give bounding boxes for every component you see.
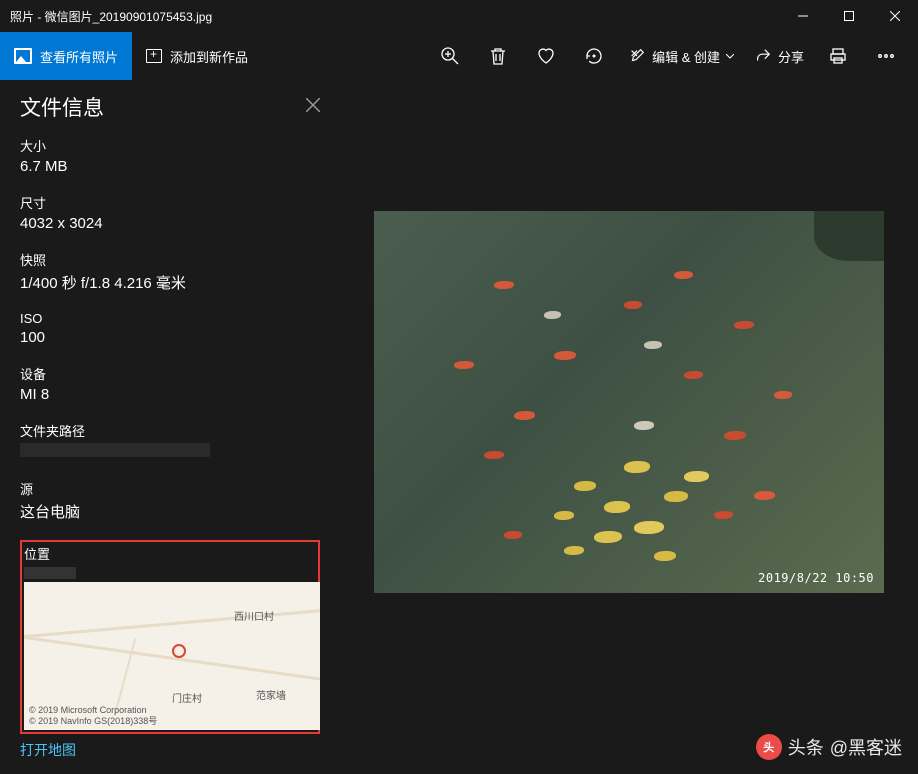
add-to-work-button[interactable]: 添加到新作品 <box>132 32 262 80</box>
zoom-button[interactable] <box>426 32 474 80</box>
size-value: 6.7 MB <box>20 158 320 175</box>
size-label: 大小 <box>20 136 320 155</box>
minimize-button[interactable] <box>780 0 826 32</box>
add-work-label: 添加到新作品 <box>170 47 248 66</box>
map-place-label: 门庄村 <box>172 690 202 705</box>
photo-display[interactable]: 2019/8/22 10:50 <box>374 211 884 593</box>
watermark-brand: 头条 <box>788 734 824 760</box>
source-value: 这台电脑 <box>20 501 320 522</box>
share-label: 分享 <box>778 47 804 66</box>
iso-label: ISO <box>20 311 320 326</box>
location-section: 位置 西川口村 门庄村 范家墙 © 2019 Microsoft Corpora… <box>20 540 320 734</box>
folder-label: 文件夹路径 <box>20 421 320 440</box>
map-copyright: © 2019 Microsoft Corporation © 2019 NavI… <box>29 705 157 728</box>
delete-button[interactable] <box>474 32 522 80</box>
rotate-button[interactable] <box>570 32 618 80</box>
dimensions-label: 尺寸 <box>20 193 320 212</box>
maximize-button[interactable] <box>826 0 872 32</box>
snapshot-value: 1/400 秒 f/1.8 4.216 毫米 <box>20 272 320 293</box>
panel-title: 文件信息 <box>20 92 306 122</box>
folder-value-redacted <box>20 443 210 457</box>
more-button[interactable] <box>862 32 910 80</box>
toolbar: 查看所有照片 添加到新作品 编辑 & 创建 分享 <box>0 32 918 80</box>
location-value-redacted <box>24 567 76 579</box>
panel-close-button[interactable] <box>306 98 320 117</box>
print-button[interactable] <box>814 32 862 80</box>
share-button[interactable]: 分享 <box>744 32 814 80</box>
edit-create-button[interactable]: 编辑 & 创建 <box>618 32 744 80</box>
location-label: 位置 <box>24 544 316 563</box>
photo-timestamp: 2019/8/22 10:50 <box>758 571 874 585</box>
view-all-photos-button[interactable]: 查看所有照片 <box>0 32 132 80</box>
source-label: 源 <box>20 479 320 498</box>
snapshot-label: 快照 <box>20 250 320 269</box>
location-map[interactable]: 西川口村 门庄村 范家墙 © 2019 Microsoft Corporatio… <box>24 582 320 730</box>
watermark-handle: @黑客迷 <box>830 734 902 760</box>
map-marker-icon <box>172 644 186 658</box>
favorite-button[interactable] <box>522 32 570 80</box>
photo-icon <box>14 48 32 64</box>
add-work-icon <box>146 49 162 63</box>
map-place-label: 西川口村 <box>234 608 274 623</box>
close-button[interactable] <box>872 0 918 32</box>
watermark-logo-icon: 头 <box>756 734 782 760</box>
open-map-link[interactable]: 打开地图 <box>20 740 320 760</box>
edit-create-label: 编辑 & 创建 <box>652 47 720 66</box>
watermark: 头 头条 @黑客迷 <box>756 734 902 760</box>
device-value: MI 8 <box>20 386 320 403</box>
device-label: 设备 <box>20 364 320 383</box>
window-titlebar: 照片 - 微信图片_20190901075453.jpg <box>0 0 918 32</box>
map-place-label: 范家墙 <box>256 687 286 702</box>
dimensions-value: 4032 x 3024 <box>20 215 320 232</box>
image-viewer: 2019/8/22 10:50 <box>340 80 918 774</box>
all-photos-label: 查看所有照片 <box>40 47 118 66</box>
file-info-panel: 文件信息 大小 6.7 MB 尺寸 4032 x 3024 快照 1/400 秒… <box>0 80 340 774</box>
window-title: 照片 - 微信图片_20190901075453.jpg <box>10 8 780 25</box>
iso-value: 100 <box>20 329 320 346</box>
